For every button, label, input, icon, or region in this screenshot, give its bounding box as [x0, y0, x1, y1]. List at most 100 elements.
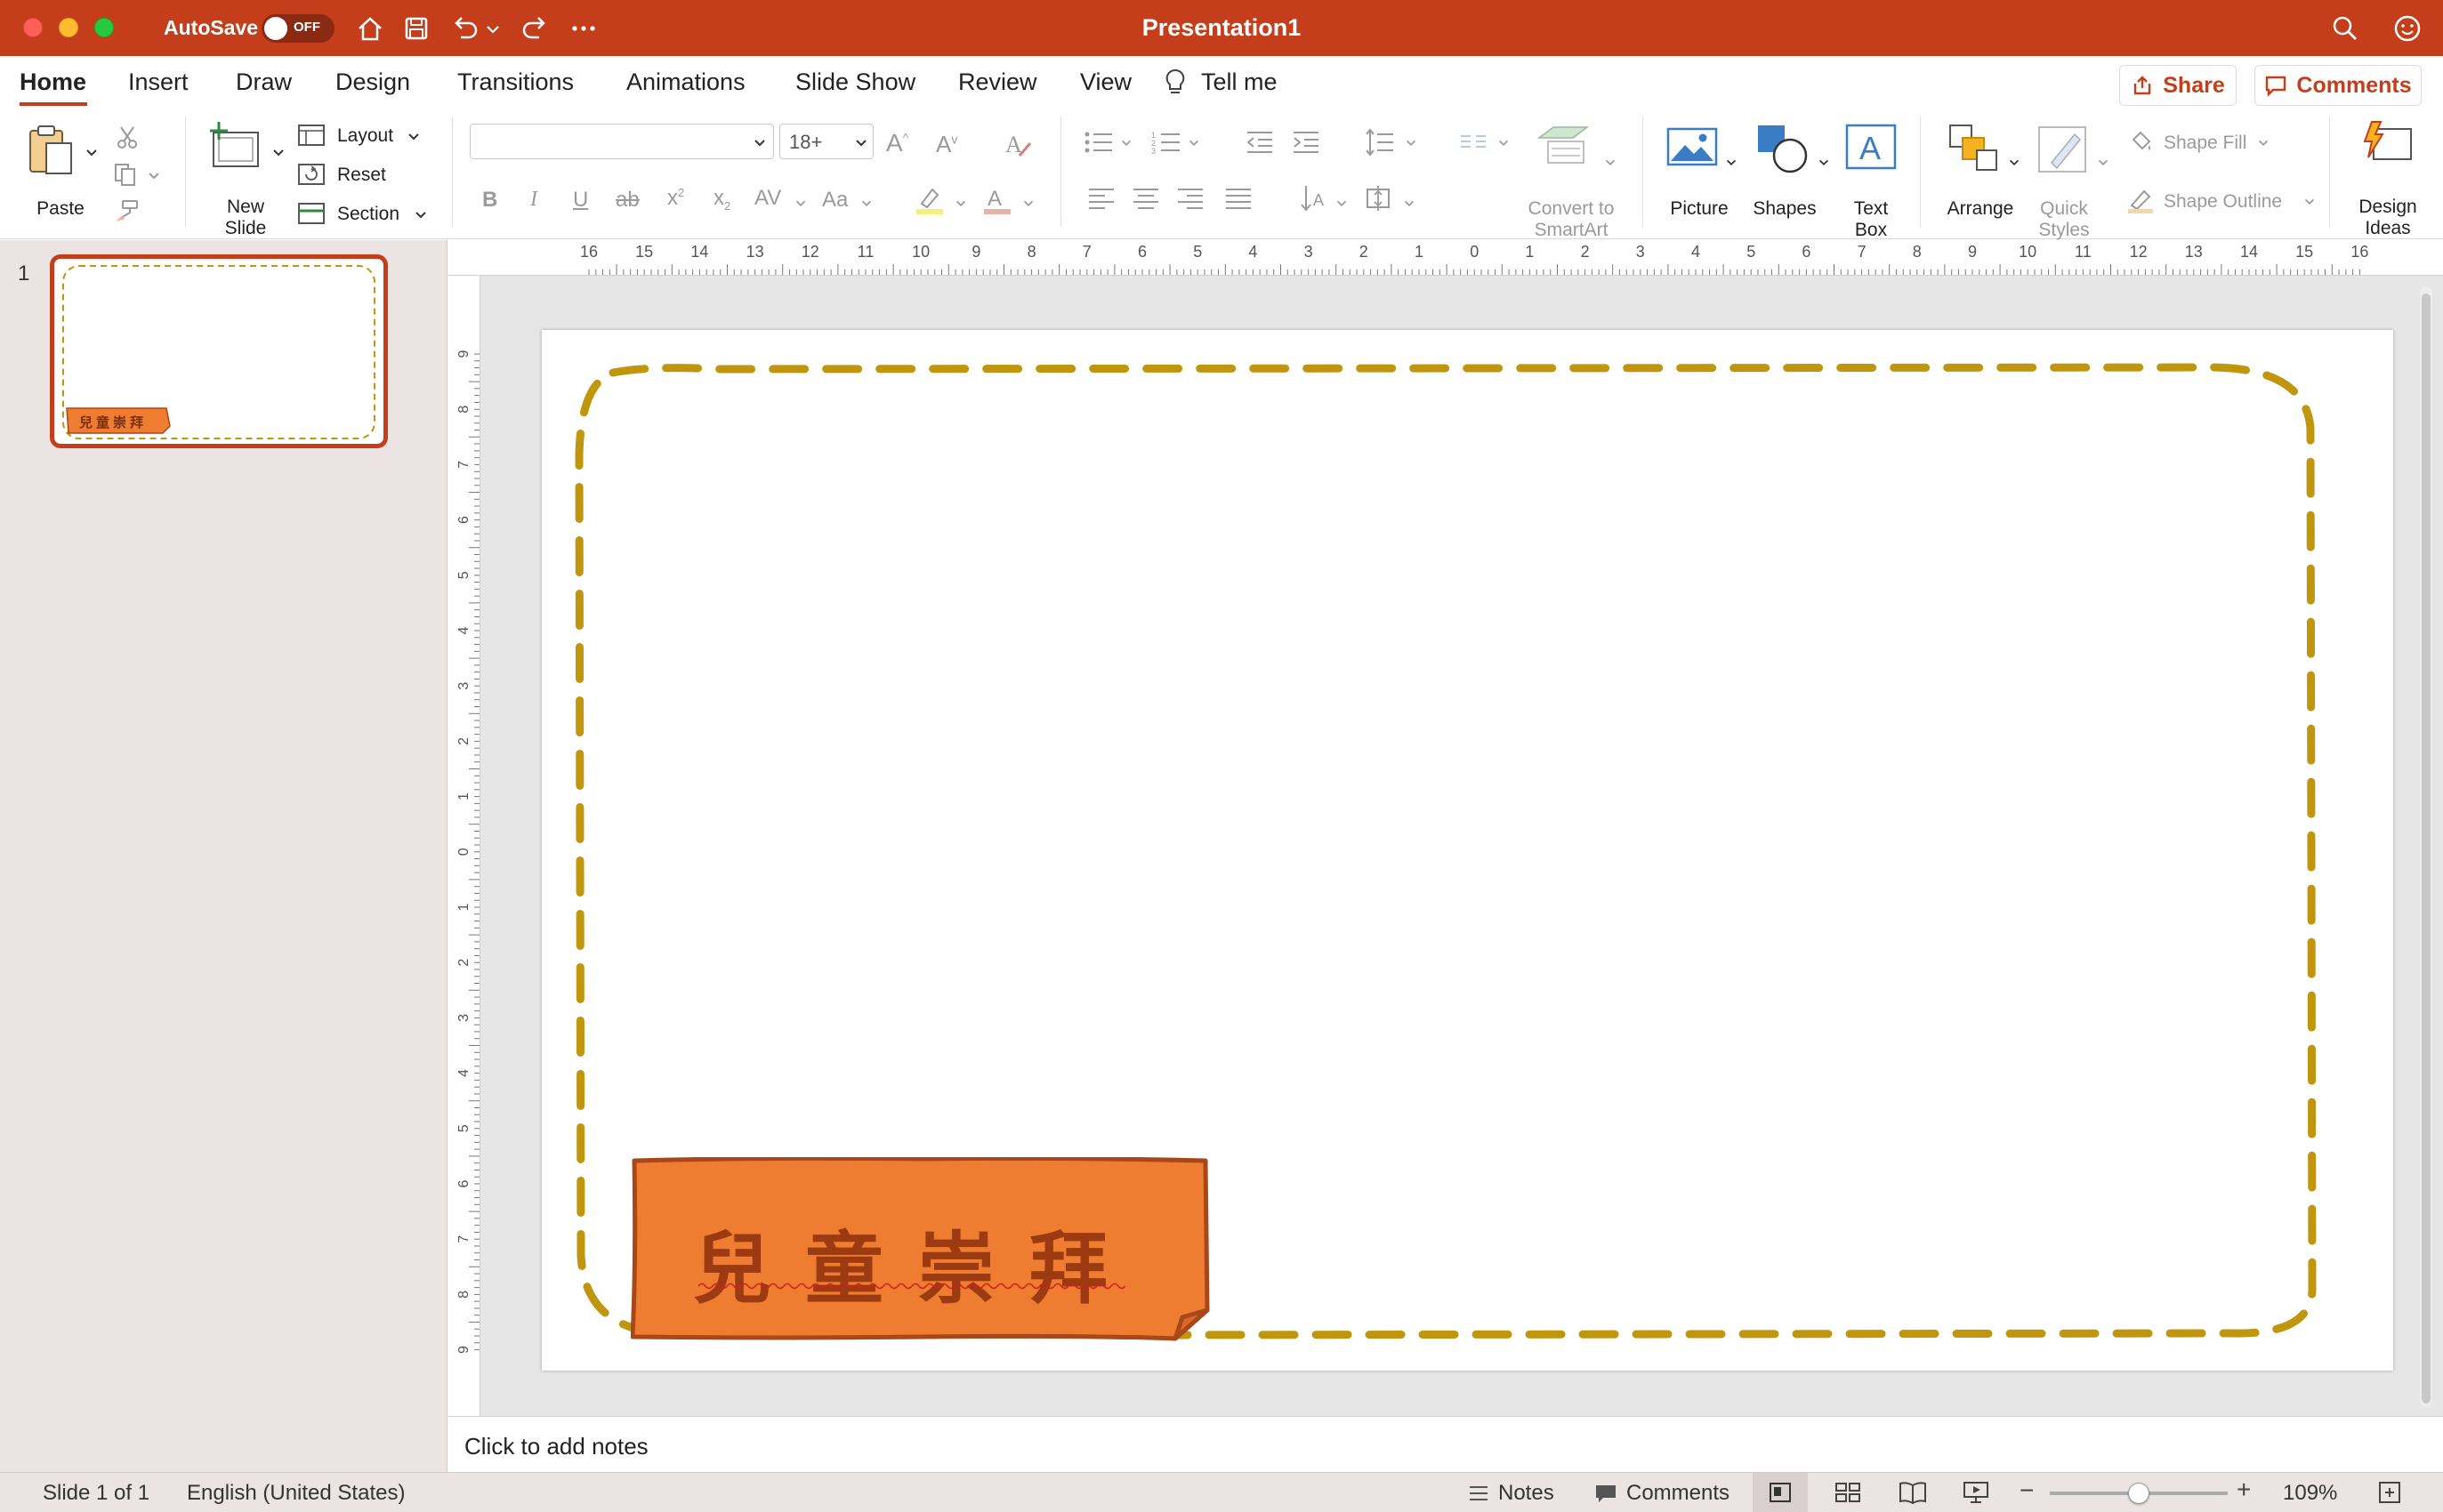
change-case-icon[interactable]: Aa	[822, 188, 848, 213]
align-left-icon[interactable]	[1087, 186, 1116, 211]
shape-fill-label: Shape Fill	[2164, 133, 2247, 153]
align-right-icon[interactable]	[1176, 186, 1205, 211]
increase-font-size-icon[interactable]: A^	[886, 129, 908, 157]
reset-button[interactable]: Reset	[297, 161, 431, 189]
decrease-indent-icon[interactable]	[1246, 129, 1274, 156]
arrange-button[interactable]: Arrange	[1939, 122, 2028, 229]
ruler-tick-label: 4	[1691, 243, 1700, 261]
tell-me-search[interactable]: Tell me	[1201, 68, 1278, 96]
picture-icon	[1666, 127, 1718, 166]
character-spacing-chevron-icon[interactable]	[794, 197, 808, 211]
notes-pane[interactable]: Click to add notes	[448, 1416, 2443, 1472]
vertical-scroll-thumb[interactable]	[2422, 294, 2431, 1403]
numbering-chevron-icon[interactable]	[1187, 136, 1201, 150]
shape-outline-chevron-icon	[2304, 198, 2315, 205]
zoom-slider-thumb[interactable]	[2128, 1483, 2149, 1504]
increase-indent-icon[interactable]	[1292, 129, 1320, 156]
numbering-icon[interactable]: 123	[1151, 129, 1181, 156]
font-color-chevron-icon[interactable]	[1021, 197, 1036, 211]
tab-transitions[interactable]: Transitions	[457, 68, 574, 96]
tab-draw[interactable]: Draw	[236, 68, 292, 96]
search-icon[interactable]	[2327, 11, 2363, 46]
convert-to-smartart-button[interactable]: Convert to SmartArt	[1518, 122, 1630, 240]
justify-icon[interactable]	[1224, 186, 1253, 211]
shape-fill-button[interactable]: Shape Fill	[2126, 129, 2278, 159]
comments-toggle-button[interactable]: Comments	[1592, 1476, 1744, 1508]
ruler-tick-label: 8	[1913, 243, 1922, 261]
normal-view-button[interactable]	[1753, 1473, 1808, 1512]
document-title: Presentation1	[1141, 14, 1302, 41]
ruler-tick-label: 5	[1193, 243, 1202, 261]
text-direction-icon[interactable]: A	[1299, 182, 1327, 213]
shape-outline-button[interactable]: Shape Outline	[2126, 186, 2322, 216]
new-slide-button[interactable]: New Slide	[201, 120, 290, 238]
slide-thumbnail[interactable]: 兒童崇拜	[50, 254, 388, 448]
tab-insert[interactable]: Insert	[128, 68, 189, 96]
format-painter-icon[interactable]	[112, 198, 141, 225]
reset-icon	[298, 164, 325, 185]
underline-icon[interactable]: U	[573, 188, 588, 213]
shapes-chevron-icon	[1818, 159, 1829, 166]
layout-button[interactable]: Layout	[297, 122, 431, 150]
font-color-icon[interactable]: A	[982, 184, 1012, 216]
notes-toggle-button[interactable]: Notes	[1466, 1476, 1566, 1508]
status-bar: Slide 1 of 1 English (United States) Not…	[0, 1472, 2443, 1512]
picture-button[interactable]: Picture	[1660, 122, 1749, 229]
text-box-button[interactable]: A Text Box	[1842, 122, 1900, 240]
comments-button[interactable]: Comments	[2254, 65, 2422, 106]
columns-chevron-icon[interactable]	[1496, 136, 1511, 150]
slide-sorter-icon[interactable]	[1834, 1482, 1861, 1503]
tab-view[interactable]: View	[1080, 68, 1132, 96]
tab-home[interactable]: Home	[20, 68, 86, 96]
change-case-chevron-icon[interactable]	[859, 197, 874, 211]
tab-slide-show[interactable]: Slide Show	[795, 68, 915, 96]
slide-banner-text[interactable]: 兒童崇拜	[693, 1206, 1141, 1319]
paste-dropdown-chevron-icon[interactable]	[84, 145, 100, 161]
highlight-chevron-icon[interactable]	[954, 197, 968, 211]
strikethrough-icon[interactable]: ab	[616, 188, 640, 213]
reading-view-icon[interactable]	[1899, 1480, 1927, 1505]
columns-icon[interactable]	[1459, 131, 1488, 156]
copy-dropdown-chevron-icon[interactable]	[146, 168, 162, 184]
align-center-icon[interactable]	[1132, 186, 1160, 211]
ribbon-separator	[1060, 117, 1061, 227]
tab-review[interactable]: Review	[958, 68, 1037, 96]
cut-icon[interactable]	[114, 124, 141, 150]
align-text-chevron-icon[interactable]	[1402, 197, 1416, 211]
new-slide-dropdown-chevron-icon[interactable]	[270, 145, 286, 161]
fit-to-window-icon[interactable]	[2377, 1480, 2402, 1505]
slideshow-view-icon[interactable]	[1963, 1480, 1989, 1505]
design-ideas-icon	[2363, 121, 2412, 160]
share-button[interactable]: Share	[2119, 65, 2237, 106]
line-spacing-icon[interactable]	[1365, 127, 1395, 157]
quick-styles-button[interactable]: Quick Styles	[2028, 122, 2117, 240]
bullets-chevron-icon[interactable]	[1119, 136, 1133, 150]
line-spacing-chevron-icon[interactable]	[1404, 136, 1418, 150]
language-status[interactable]: English (United States)	[187, 1481, 405, 1506]
copy-icon[interactable]	[112, 161, 139, 188]
zoom-out-button[interactable]: −	[2020, 1476, 2034, 1505]
slide-canvas[interactable]: 兒童崇拜	[542, 330, 2393, 1371]
decrease-font-size-icon[interactable]: Av	[936, 131, 957, 158]
font-size-dropdown[interactable]: 18+	[779, 124, 874, 159]
font-name-dropdown[interactable]	[470, 124, 774, 159]
design-ideas-button[interactable]: Design Ideas	[2342, 120, 2434, 238]
feedback-smiley-icon[interactable]	[2390, 11, 2425, 46]
align-text-icon[interactable]	[1363, 184, 1393, 213]
section-button[interactable]: Section	[297, 200, 431, 229]
tab-design[interactable]: Design	[335, 68, 410, 96]
bullets-icon[interactable]	[1084, 129, 1114, 156]
tab-animations[interactable]: Animations	[626, 68, 746, 96]
italic-icon[interactable]: I	[530, 188, 537, 212]
zoom-level[interactable]: 109%	[2283, 1481, 2337, 1506]
paste-button[interactable]: Paste	[16, 122, 96, 220]
clear-formatting-icon[interactable]: A	[1004, 129, 1036, 159]
bold-icon[interactable]: B	[482, 188, 497, 213]
subscript-icon[interactable]: x2	[714, 186, 730, 213]
character-spacing-icon[interactable]: AV	[754, 186, 781, 211]
highlight-color-icon[interactable]	[915, 184, 945, 216]
zoom-in-button[interactable]: +	[2237, 1476, 2251, 1504]
text-direction-chevron-icon[interactable]	[1334, 197, 1349, 211]
superscript-icon[interactable]: x2	[667, 186, 684, 211]
normal-view-icon	[1770, 1483, 1791, 1502]
